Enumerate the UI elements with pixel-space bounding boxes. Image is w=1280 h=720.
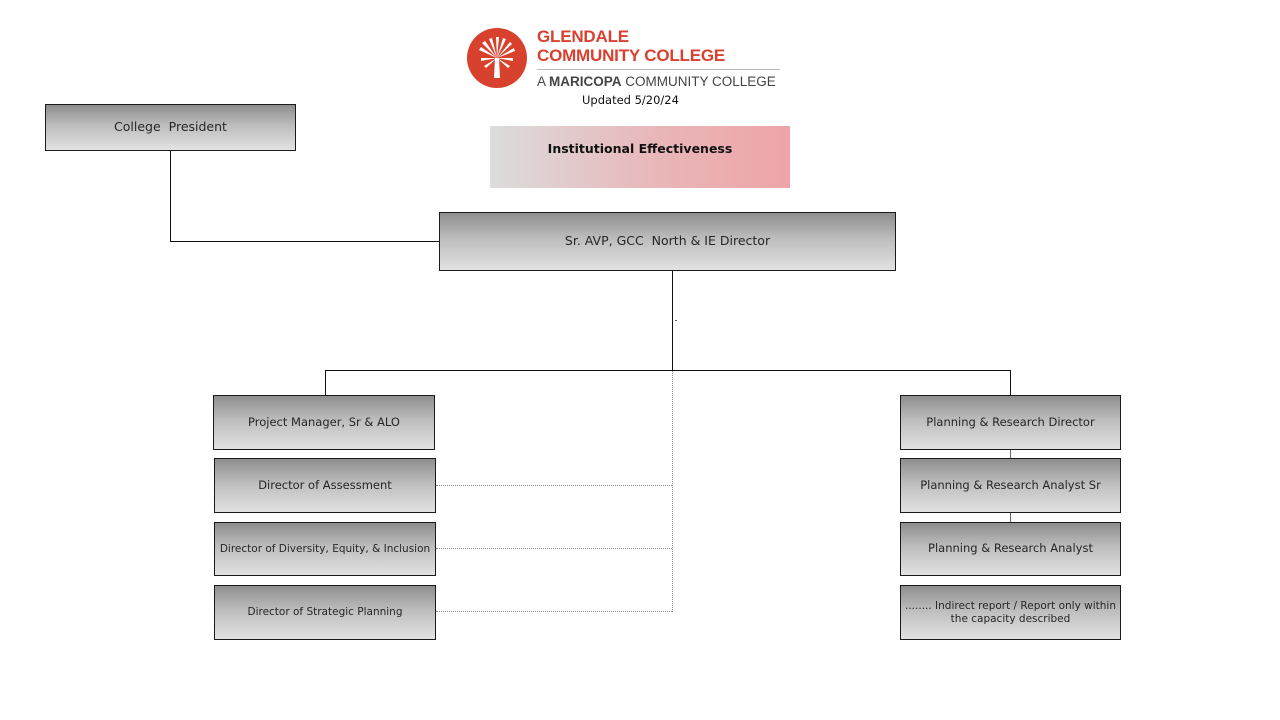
indirect-line-strategic [436, 611, 672, 612]
box-label: Planning & Research Director [926, 414, 1095, 429]
box-project-manager: Project Manager, Sr & ALO [213, 395, 435, 450]
box-ie-director: Sr. AVP, GCC North & IE Director [439, 212, 896, 271]
subtitle-suffix: COMMUNITY COLLEGE [621, 74, 776, 89]
box-director-assessment: Director of Assessment [214, 458, 436, 513]
connector-right-drop [1010, 370, 1011, 396]
box-label: College President [114, 119, 227, 135]
legend-line2: the capacity described [950, 612, 1071, 625]
college-logo: GLENDALE COMMUNITY COLLEGE A MARICOPA CO… [459, 12, 790, 104]
department-banner: Institutional Effectiveness [490, 126, 790, 188]
stray-tick-mark [675, 320, 677, 321]
connector-president-down [170, 150, 171, 242]
box-director-strategic-planning: Director of Strategic Planning [214, 585, 436, 640]
box-director-dei: Director of Diversity, Equity, & Inclusi… [214, 522, 436, 576]
box-planning-research-analyst: Planning & Research Analyst [900, 522, 1121, 576]
updated-date: Updated 5/20/24 [582, 93, 679, 107]
box-label: Director of Diversity, Equity, & Inclusi… [219, 542, 431, 555]
box-college-president: College President [45, 104, 296, 151]
box-label: Planning & Research Analyst [928, 541, 1093, 556]
connector-president-to-director [170, 241, 440, 242]
indirect-vertical-line [672, 371, 673, 612]
box-label: Sr. AVP, GCC North & IE Director [564, 233, 771, 249]
box-label: Planning & Research Analyst Sr [920, 477, 1101, 492]
connector-director-down [672, 270, 673, 371]
college-subtitle: A MARICOPA COMMUNITY COLLEGE [537, 74, 776, 89]
subtitle-prefix: A [537, 74, 550, 89]
indirect-line-dei [436, 548, 672, 549]
palm-tree-icon [467, 28, 527, 88]
subtitle-bold: MARICOPA [549, 74, 622, 89]
legend-line1: ........ Indirect report / Report only w… [905, 600, 1116, 613]
college-name: GLENDALE COMMUNITY COLLEGE [537, 27, 725, 65]
college-name-line2: COMMUNITY COLLEGE [537, 46, 726, 65]
box-label: Director of Strategic Planning [247, 606, 403, 619]
box-planning-research-analyst-sr: Planning & Research Analyst Sr [900, 458, 1121, 513]
box-label: Director of Assessment [258, 477, 392, 492]
connector-horizontal-bus [325, 370, 1011, 371]
connector-right-chain-2 [1010, 512, 1011, 522]
college-name-line1: GLENDALE [537, 27, 629, 46]
department-title: Institutional Effectiveness [547, 141, 733, 156]
indirect-line-assessment [436, 485, 672, 486]
box-label: Project Manager, Sr & ALO [248, 414, 400, 429]
box-planning-research-director: Planning & Research Director [900, 395, 1121, 450]
legend-box: ........ Indirect report / Report only w… [900, 585, 1121, 640]
logo-divider [537, 69, 780, 70]
connector-left-drop [325, 370, 326, 396]
